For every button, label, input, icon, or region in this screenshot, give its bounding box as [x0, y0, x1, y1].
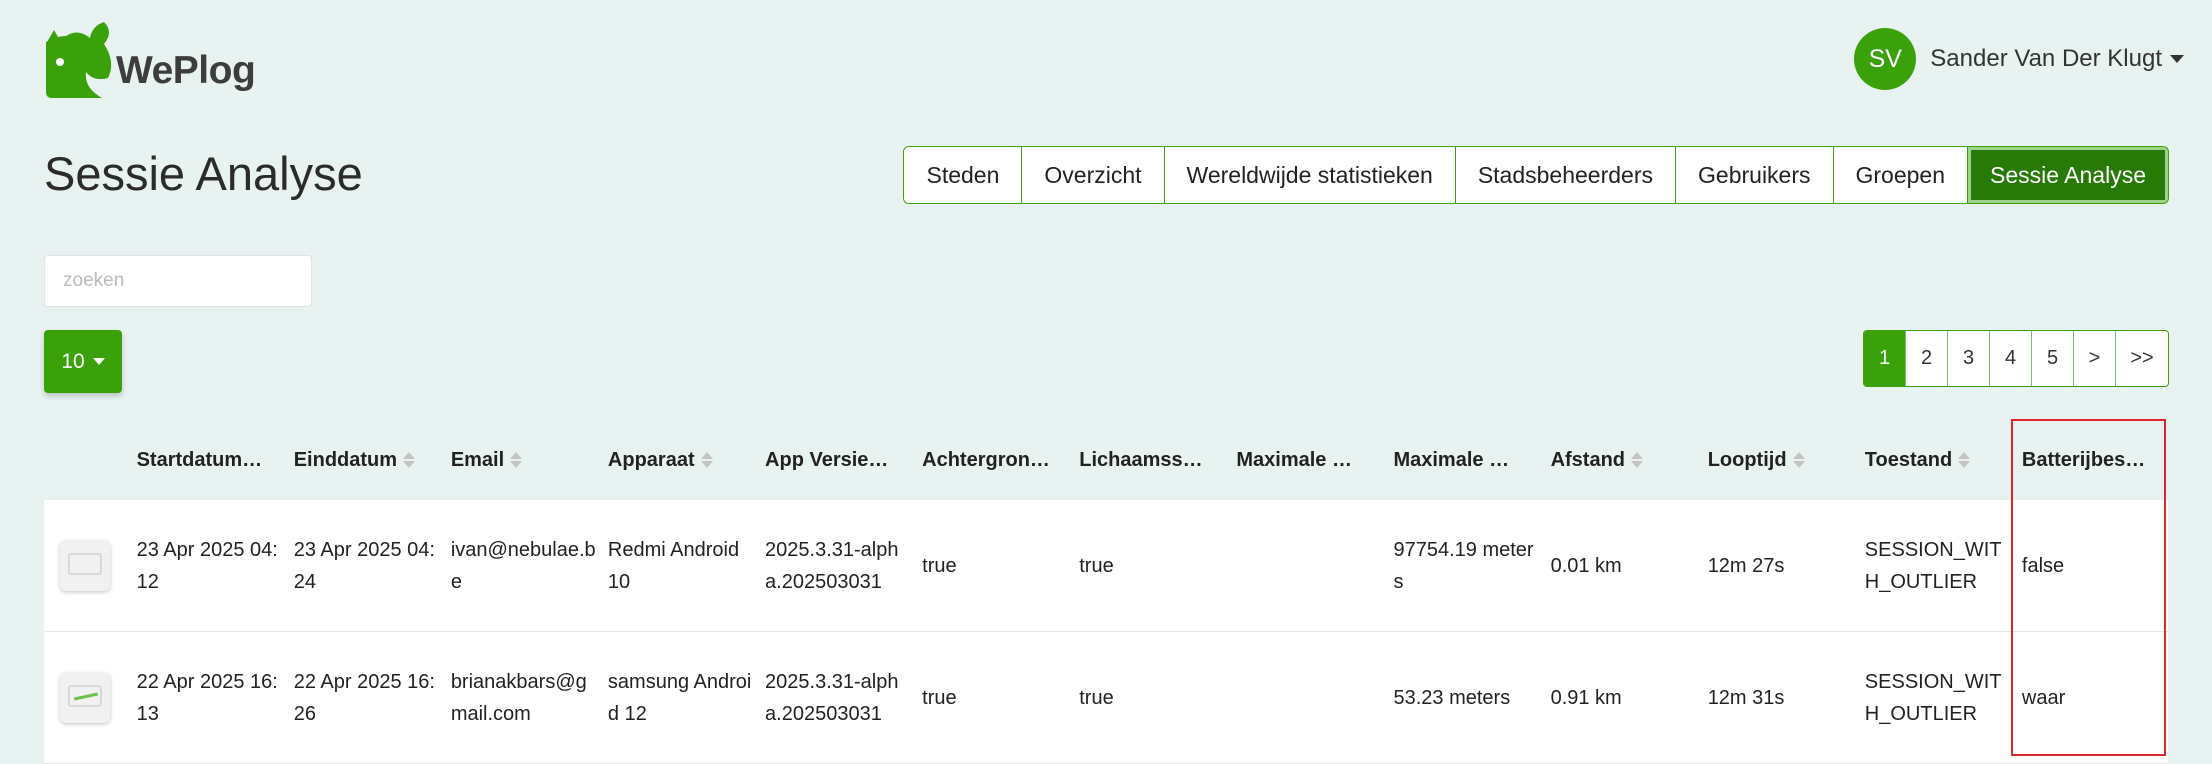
table-header: Startdatum… Einddatum Email Apparaat App… [44, 420, 2168, 500]
squirrel-logo-icon [46, 22, 112, 98]
device-cell: Redmi Android 10 [607, 538, 740, 593]
sessions-table: Startdatum… Einddatum Email Apparaat App… [44, 420, 2168, 764]
last-page-button[interactable]: >> [2116, 331, 2168, 386]
battery-cell: false [2021, 554, 2065, 577]
page-button-5[interactable]: 5 [2032, 331, 2074, 386]
main-navigation: Steden Overzicht Wereldwijde statistieke… [903, 146, 2169, 204]
app-version-cell: 2025.3.31-alpha.202503031 [765, 538, 899, 593]
search-input[interactable] [44, 255, 312, 307]
page-size-dropdown[interactable]: 10 [44, 330, 122, 393]
distance-cell: 0.91 km [1550, 686, 1622, 709]
column-header-email[interactable]: Email [451, 449, 608, 472]
nav-tab-steden[interactable]: Steden [904, 147, 1023, 203]
column-header-afstand[interactable]: Afstand [1551, 449, 1708, 472]
end-cell: 22 Apr 2025 16:26 [293, 670, 435, 725]
background-cell: true [922, 686, 957, 709]
weplog-logo[interactable]: WePlog [44, 22, 264, 100]
app-version-cell: 2025.3.31-alpha.202503031 [765, 670, 899, 725]
end-cell: 23 Apr 2025 04:24 [293, 538, 435, 593]
sort-icon [510, 452, 523, 468]
nav-tab-overzicht[interactable]: Overzicht [1022, 147, 1165, 203]
column-header-label: Batterijbes… [2021, 448, 2146, 471]
duration-cell: 12m 27s [1707, 554, 1785, 577]
column-header-lichaamssensor[interactable]: Lichaamss… [1079, 449, 1236, 472]
column-header-label: Einddatum [293, 448, 398, 471]
sort-icon [1958, 452, 1971, 468]
user-menu[interactable]: SV Sander Van Der Klugt [1854, 28, 2184, 90]
column-header-einddatum[interactable]: Einddatum [294, 449, 451, 472]
table-row[interactable]: 22 Apr 2025 16:13 22 Apr 2025 16:26 bria… [44, 632, 2168, 764]
column-header-achtergrond[interactable]: Achtergron… [922, 449, 1079, 472]
page-button-4[interactable]: 4 [1990, 331, 2032, 386]
column-header-maximale-1[interactable]: Maximale … [1236, 449, 1393, 472]
column-header-looptijd[interactable]: Looptijd [1708, 449, 1865, 472]
column-header-maximale-2[interactable]: Maximale … [1393, 449, 1550, 472]
user-name: Sander Van Der Klugt [1930, 45, 2162, 72]
column-header-label: Looptijd [1707, 448, 1787, 471]
page-title: Sessie Analyse [44, 147, 363, 200]
body-sensor-cell: true [1079, 686, 1114, 709]
map-thumbnail-icon[interactable] [60, 540, 110, 591]
page-size-value: 10 [61, 349, 85, 373]
nav-tab-gebruikers[interactable]: Gebruikers [1676, 147, 1834, 203]
column-header-label: Maximale … [1393, 448, 1510, 471]
page-button-2[interactable]: 2 [1906, 331, 1948, 386]
column-header-toestand[interactable]: Toestand [1865, 449, 2022, 472]
duration-cell: 12m 31s [1707, 686, 1785, 709]
sort-icon [700, 452, 713, 468]
max2-cell: 53.23 meters [1393, 686, 1511, 709]
max2-cell: 97754.19 meters [1393, 538, 1534, 593]
table-row[interactable]: 23 Apr 2025 04:12 23 Apr 2025 04:24 ivan… [44, 500, 2168, 632]
next-page-button[interactable]: > [2074, 331, 2116, 386]
column-header-batterijbesparing[interactable]: Batterijbes… [2022, 449, 2168, 472]
column-header-label: Startdatum… [136, 448, 263, 471]
email-cell: ivan@nebulae.be [450, 538, 596, 593]
sort-icon [1631, 452, 1644, 468]
column-header-label: Lichaamss… [1079, 448, 1203, 471]
column-header-label: Apparaat [607, 448, 695, 471]
state-cell: SESSION_WITH_OUTLIER [1864, 538, 2002, 593]
page-button-1[interactable]: 1 [1864, 331, 1906, 386]
nav-tab-wereldwijde-statistieken[interactable]: Wereldwijde statistieken [1164, 147, 1456, 203]
avatar: SV [1854, 28, 1917, 90]
chevron-down-icon [2170, 55, 2184, 63]
column-header-label: Email [450, 448, 505, 471]
caret-down-icon [92, 358, 105, 365]
battery-cell: waar [2021, 686, 2066, 709]
device-cell: samsung Android 12 [607, 670, 752, 725]
pagination: 1 2 3 4 5 > >> [1863, 330, 2169, 387]
background-cell: true [922, 554, 957, 577]
distance-cell: 0.01 km [1550, 554, 1622, 577]
column-header-app-versie[interactable]: App Versie… [765, 449, 922, 472]
page-button-3[interactable]: 3 [1948, 331, 1990, 386]
column-header-label: Toestand [1864, 448, 1953, 471]
column-header-label: Afstand [1550, 448, 1626, 471]
email-cell: brianakbars@gmail.com [450, 670, 587, 725]
sort-icon [1792, 452, 1805, 468]
column-header-startdatum[interactable]: Startdatum… [137, 449, 294, 472]
column-header-apparaat[interactable]: Apparaat [608, 449, 765, 472]
body-sensor-cell: true [1079, 554, 1114, 577]
nav-tab-groepen[interactable]: Groepen [1833, 147, 1969, 203]
column-header-label: App Versie… [765, 448, 889, 471]
state-cell: SESSION_WITH_OUTLIER [1864, 670, 2002, 725]
nav-tab-sessie-analyse[interactable]: Sessie Analyse [1968, 147, 2168, 203]
start-cell: 23 Apr 2025 04:12 [136, 538, 278, 593]
thumbnail-cell [44, 540, 137, 591]
map-thumbnail-icon[interactable] [60, 672, 110, 723]
nav-tab-stadsbeheerders[interactable]: Stadsbeheerders [1455, 147, 1677, 203]
column-header-label: Maximale … [1236, 448, 1352, 471]
column-header-label: Achtergron… [922, 448, 1050, 471]
thumbnail-cell [44, 672, 137, 723]
brand-name: WePlog [116, 49, 256, 92]
start-cell: 22 Apr 2025 16:13 [136, 670, 278, 725]
sort-icon [403, 452, 416, 468]
